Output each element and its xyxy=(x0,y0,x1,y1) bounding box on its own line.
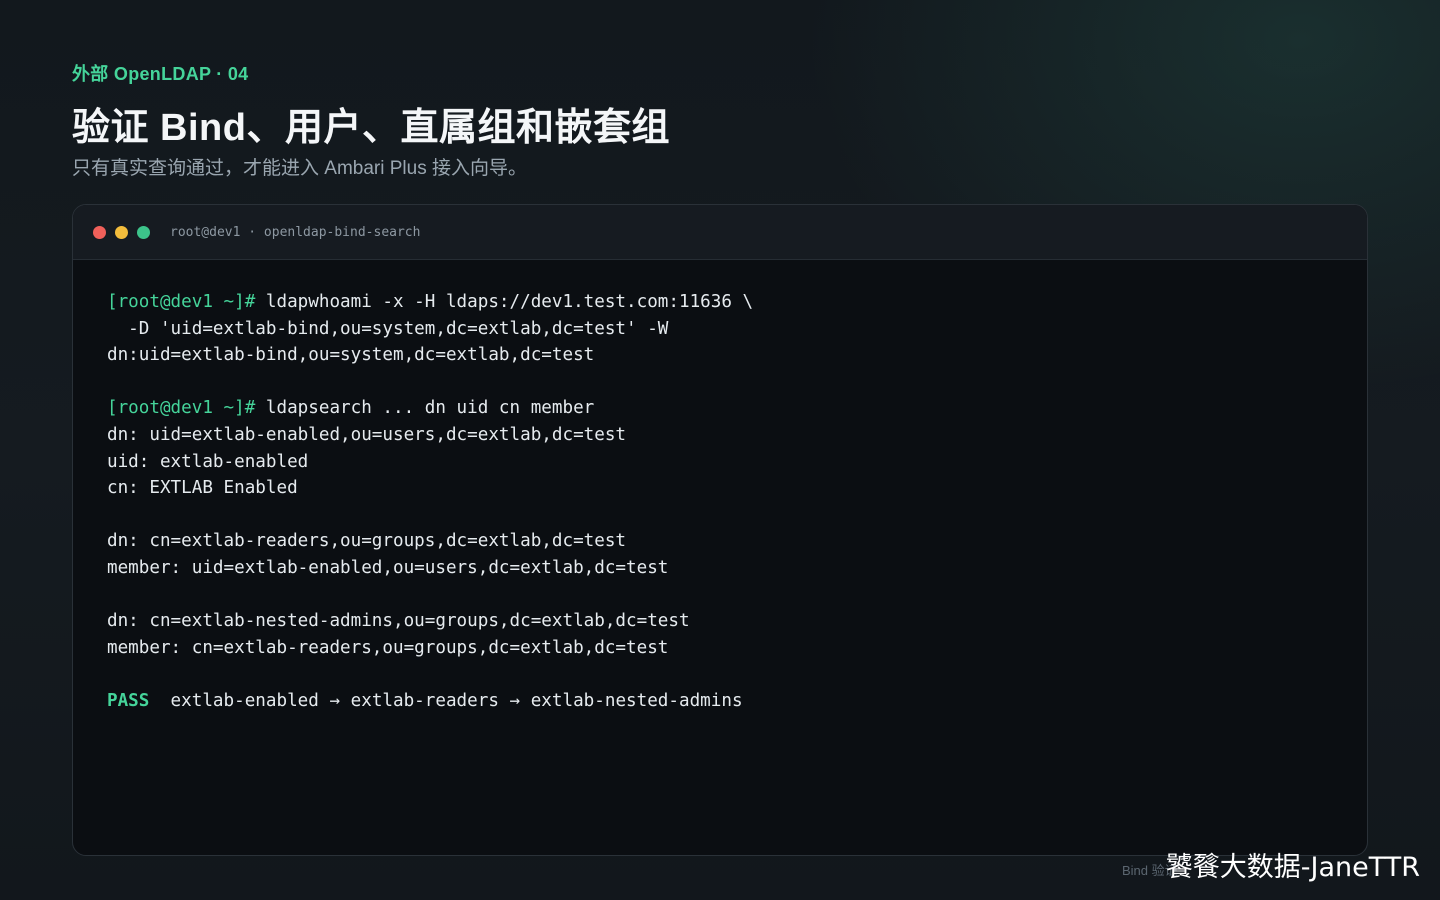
terminal-line: member: cn=extlab-readers,ou=groups,dc=e… xyxy=(107,637,669,658)
terminal-line: dn: cn=extlab-readers,ou=groups,dc=extla… xyxy=(107,531,627,552)
terminal-line: uid: extlab-enabled xyxy=(107,451,309,472)
terminal-title: root@dev1 · openldap-bind-search xyxy=(170,224,421,240)
terminal-line: [root@dev1 ~]# ldapsearch ... dn uid cn … xyxy=(107,395,1333,422)
terminal-window: root@dev1 · openldap-bind-search [root@d… xyxy=(72,204,1368,856)
shell-prompt: [root@dev1 ~]# xyxy=(107,398,256,419)
page-subtitle: 只有真实查询通过，才能进入 Ambari Plus 接入向导。 xyxy=(72,158,527,179)
command-text: ldapsearch ... dn uid cn member xyxy=(255,398,595,419)
terminal-line: -D 'uid=extlab-bind,ou=system,dc=extlab,… xyxy=(107,318,669,339)
watermark: 饕餮大数据-JaneTTR xyxy=(1165,852,1420,883)
terminal-line: [root@dev1 ~]# ldapwhoami -x -H ldaps://… xyxy=(107,289,1333,316)
pass-status-badge: PASS xyxy=(107,690,150,711)
terminal-titlebar: root@dev1 · openldap-bind-search xyxy=(73,205,1367,260)
minimize-window-dot-icon[interactable] xyxy=(115,225,128,239)
terminal-line: member: uid=extlab-enabled,ou=users,dc=e… xyxy=(107,557,669,578)
group-chain-text: extlab-enabled → extlab-readers → extlab… xyxy=(149,690,743,711)
command-text: ldapwhoami -x -H ldaps://dev1.test.com:1… xyxy=(255,292,754,312)
page-title: 验证 Bind、用户、直属组和嵌套组 xyxy=(72,107,670,149)
section-eyebrow: 外部 OpenLDAP · 04 xyxy=(72,64,249,84)
terminal-line: dn: uid=extlab-enabled,ou=users,dc=extla… xyxy=(107,424,627,445)
close-window-dot-icon[interactable] xyxy=(93,225,106,239)
terminal-output[interactable]: [root@dev1 ~]# ldapwhoami -x -H ldaps://… xyxy=(73,260,1367,744)
terminal-line: PASS extlab-enabled → extlab-readers → e… xyxy=(107,688,1333,715)
maximize-window-dot-icon[interactable] xyxy=(137,225,150,239)
terminal-line: dn: cn=extlab-nested-admins,ou=groups,dc… xyxy=(107,611,690,632)
terminal-line: cn: EXTLAB Enabled xyxy=(107,478,298,499)
shell-prompt: [root@dev1 ~]# xyxy=(107,292,256,312)
terminal-line: dn:uid=extlab-bind,ou=system,dc=extlab,d… xyxy=(107,345,595,366)
